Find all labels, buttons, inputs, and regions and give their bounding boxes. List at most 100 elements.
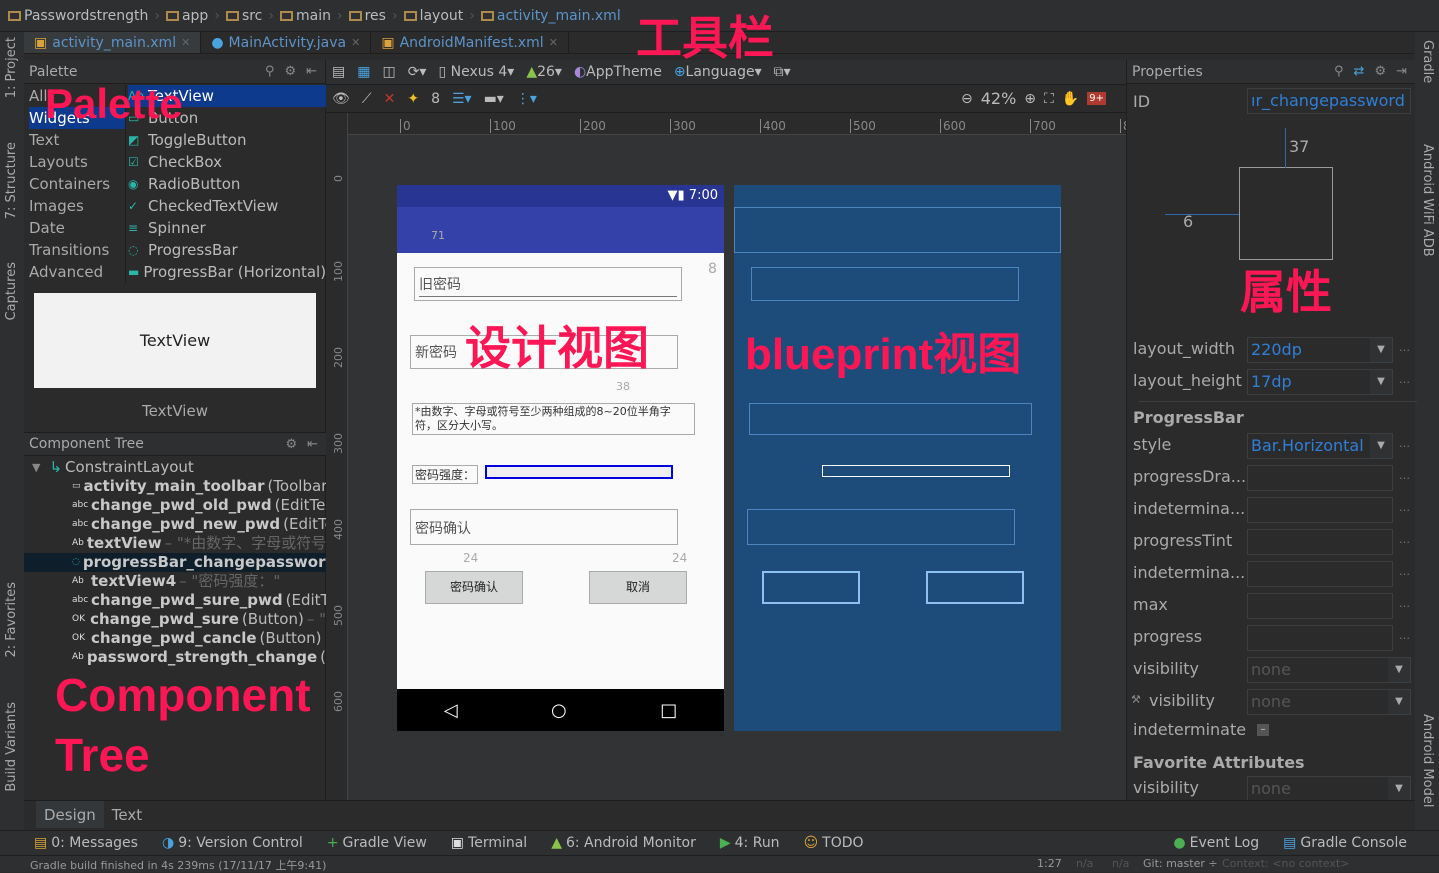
clear-constraints-icon[interactable]: ✕ bbox=[384, 91, 396, 107]
tab-android-manifest[interactable]: ▣ AndroidManifest.xml ✕ bbox=[371, 32, 569, 53]
old-password-field[interactable]: 旧密码 bbox=[414, 267, 682, 301]
search-icon[interactable]: ⚲ bbox=[265, 64, 275, 79]
hide-panel-icon[interactable]: ⇥ bbox=[1396, 64, 1407, 79]
gradle-tool-button[interactable]: Gradle bbox=[1420, 40, 1435, 83]
zoom-fit-icon[interactable]: ⛶ bbox=[1044, 91, 1054, 107]
blueprint-confirm-button[interactable] bbox=[762, 571, 860, 604]
more-icon[interactable]: … bbox=[1399, 533, 1410, 546]
both-mode-icon[interactable]: ◫ bbox=[382, 64, 395, 80]
tree-item[interactable]: OK change_pwd_cancle (Button) bbox=[24, 629, 326, 648]
tree-item[interactable]: OK change_pwd_sure (Button) – " bbox=[24, 610, 326, 629]
palette-category[interactable]: Text bbox=[29, 129, 59, 151]
dropdown-arrow-icon[interactable]: ▼ bbox=[1370, 370, 1392, 394]
project-tool-button[interactable]: 1: Project bbox=[4, 37, 19, 98]
wifi-adb-tool-button[interactable]: Android WiFi ADB bbox=[1420, 144, 1435, 257]
tool-window-button[interactable]: ● Event Log bbox=[1173, 835, 1259, 851]
more-icon[interactable]: … bbox=[1399, 597, 1410, 610]
tab-main-activity[interactable]: ● MainActivity.java ✕ bbox=[201, 32, 372, 53]
property-field[interactable] bbox=[1247, 561, 1393, 587]
property-field[interactable]: Bar.Horizontal ▼ bbox=[1247, 433, 1393, 459]
orientation-icon[interactable]: ⟳▾ bbox=[408, 64, 427, 80]
dropdown-arrow-icon[interactable]: ▼ bbox=[1370, 434, 1392, 458]
palette-category[interactable]: Layouts bbox=[29, 151, 88, 173]
api-selector[interactable]: ▲26▾ bbox=[526, 64, 562, 80]
tool-window-button[interactable]: + Gradle View bbox=[327, 835, 427, 851]
palette-widget[interactable]: ☑ CheckBox bbox=[128, 151, 326, 173]
confirm-button[interactable]: 密码确认 bbox=[425, 571, 523, 604]
constraint-left-value[interactable]: 6 bbox=[1183, 212, 1193, 231]
property-field[interactable] bbox=[1247, 465, 1393, 491]
palette-widget[interactable]: ✓ CheckedTextView bbox=[128, 195, 326, 217]
more-icon[interactable]: … bbox=[1399, 469, 1410, 482]
tool-window-button[interactable]: ☺ TODO bbox=[804, 835, 864, 851]
android-model-tool-button[interactable]: Android Model bbox=[1420, 714, 1435, 807]
search-icon[interactable]: ⚲ bbox=[1334, 64, 1344, 79]
blueprint-old-password[interactable] bbox=[751, 267, 1019, 301]
pan-hand-icon[interactable]: ✋ bbox=[1062, 91, 1079, 107]
structure-tool-button[interactable]: 7: Structure bbox=[4, 142, 19, 219]
dropdown-arrow-icon[interactable]: ▼ bbox=[1388, 777, 1410, 801]
close-icon[interactable]: ✕ bbox=[181, 36, 190, 49]
breadcrumb-item[interactable]: activity_main.xml bbox=[480, 8, 621, 24]
tree-item[interactable]: Ab password_strength_change( bbox=[24, 648, 326, 667]
dropdown-arrow-icon[interactable]: ▼ bbox=[1388, 690, 1410, 714]
tool-window-button[interactable]: ▤ 0: Messages bbox=[34, 835, 138, 851]
tree-item[interactable]: abcchange_pwd_sure_pwd(EditText) bbox=[24, 591, 326, 610]
blueprint-progressbar[interactable] bbox=[822, 465, 1010, 477]
more-icon[interactable]: … bbox=[1399, 629, 1410, 642]
error-badge[interactable]: 9+ bbox=[1087, 92, 1106, 105]
indeterminate-checkbox[interactable]: – bbox=[1257, 724, 1269, 736]
blueprint-cancel-button[interactable] bbox=[926, 571, 1024, 604]
dropdown-arrow-icon[interactable]: ▼ bbox=[1370, 338, 1392, 362]
tree-item[interactable]: abcchange_pwd_old_pwd(EditText) bbox=[24, 496, 326, 515]
property-field[interactable]: 17dp ▼ bbox=[1247, 369, 1393, 395]
more-icon[interactable]: … bbox=[1399, 373, 1410, 386]
tool-window-button[interactable]: ▤ Gradle Console bbox=[1283, 835, 1407, 851]
default-margin[interactable]: 8 bbox=[431, 91, 440, 107]
captures-tool-button[interactable]: Captures bbox=[4, 262, 19, 320]
align-icon[interactable]: ▬▾ bbox=[484, 91, 504, 107]
gear-icon[interactable]: ⚙ bbox=[1374, 64, 1386, 79]
property-field[interactable] bbox=[1247, 529, 1393, 555]
context[interactable]: Context: <no context> bbox=[1222, 857, 1349, 870]
tab-activity-main[interactable]: ▣ activity_main.xml ✕ bbox=[24, 32, 202, 53]
constraint-widget[interactable] bbox=[1239, 167, 1333, 260]
palette-category[interactable]: Advanced bbox=[29, 261, 103, 283]
design-view[interactable]: ▼▮ 7:00 旧密码 新密码 *由数字、字母或符号至少两种组成的8~20位半角… bbox=[397, 185, 724, 731]
build-variants-tool-button[interactable]: Build Variants bbox=[4, 702, 19, 792]
breadcrumb-item[interactable]: main bbox=[280, 8, 331, 24]
expand-arrow-icon[interactable]: ▼ bbox=[32, 458, 40, 477]
tree-item[interactable]: abcchange_pwd_new_pwd(EditText) bbox=[24, 515, 326, 534]
palette-category[interactable]: Containers bbox=[29, 173, 110, 195]
design-canvas[interactable]: ▼▮ 7:00 旧密码 新密码 *由数字、字母或符号至少两种组成的8~20位半角… bbox=[348, 135, 1126, 800]
palette-category[interactable]: Images bbox=[29, 195, 84, 217]
password-strength-progressbar[interactable] bbox=[485, 465, 673, 479]
tree-item[interactable]: ▭activity_main_toolbar(Toolbar) bbox=[24, 477, 326, 496]
tool-window-button[interactable]: ▣ Terminal bbox=[451, 835, 527, 851]
breadcrumb-item[interactable]: res bbox=[348, 8, 386, 24]
property-field[interactable]: 220dp ▼ bbox=[1247, 337, 1393, 363]
property-field[interactable]: none ▼ bbox=[1247, 689, 1411, 715]
infer-constraints-icon[interactable]: ✦ bbox=[407, 91, 419, 107]
close-icon[interactable]: ✕ bbox=[351, 36, 360, 49]
blueprint-view[interactable] bbox=[734, 185, 1061, 731]
tree-item[interactable]: ◌ progressBar_changepassword bbox=[24, 553, 326, 572]
breadcrumb-item[interactable]: app bbox=[165, 8, 208, 24]
palette-widget[interactable]: ◉ RadioButton bbox=[128, 173, 326, 195]
breadcrumb-item[interactable]: layout bbox=[403, 8, 463, 24]
zoom-out-icon[interactable]: ⊖ bbox=[961, 91, 973, 107]
palette-widget[interactable]: ◩ ToggleButton bbox=[128, 129, 326, 151]
device-selector[interactable]: ▯ Nexus 4▾ bbox=[438, 64, 514, 80]
guidelines-icon[interactable]: ⋮▾ bbox=[516, 91, 537, 107]
design-mode-icon[interactable]: ▤ bbox=[332, 64, 345, 80]
git-branch[interactable]: Git: master ÷ bbox=[1143, 857, 1218, 870]
autoconnect-icon[interactable]: ⟋ bbox=[362, 91, 372, 107]
property-field[interactable] bbox=[1247, 593, 1393, 619]
tree-item[interactable]: Ab textView – "*由数字、字母或符号 bbox=[24, 534, 326, 553]
tool-window-button[interactable]: ◑ 9: Version Control bbox=[162, 835, 303, 851]
breadcrumb-item[interactable]: src bbox=[225, 8, 262, 24]
tool-window-button[interactable]: ▲ 6: Android Monitor bbox=[551, 835, 696, 851]
caret-position[interactable]: 1:27 bbox=[1037, 857, 1062, 870]
more-icon[interactable]: … bbox=[1399, 341, 1410, 354]
back-icon[interactable]: ◁ bbox=[444, 700, 458, 721]
